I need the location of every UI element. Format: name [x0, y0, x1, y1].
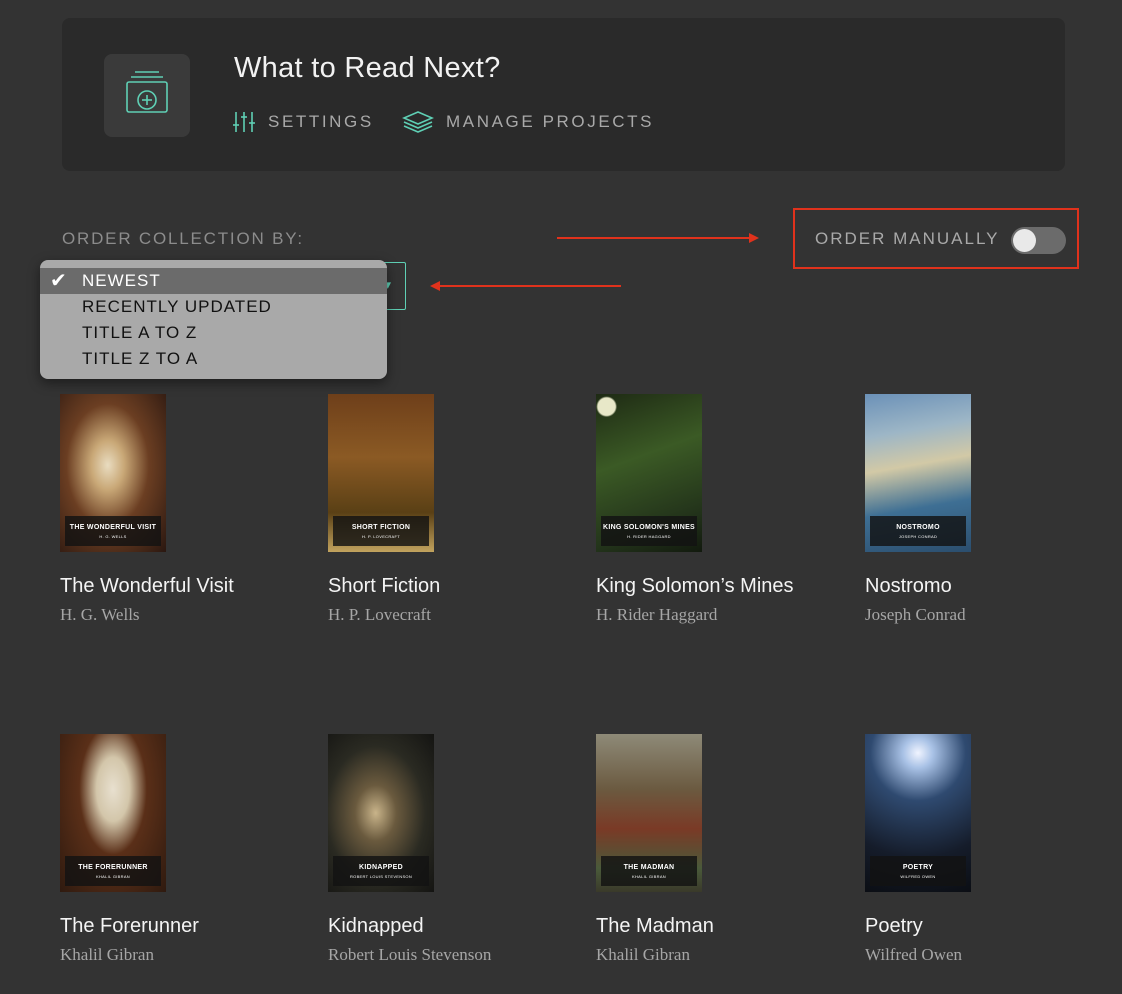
project-header-card: What to Read Next? SETTINGS MANAGE PROJE… [62, 18, 1065, 171]
cover-author: KHALIL GIBRAN [632, 873, 666, 879]
order-manually-toggle[interactable] [1011, 227, 1066, 254]
layers-icon [402, 110, 434, 134]
cover-title: POETRY [902, 863, 934, 871]
book-cover[interactable]: KIDNAPPED ROBERT LOUIS STEVENSON [328, 734, 434, 892]
book-author[interactable]: H. Rider Haggard [596, 605, 846, 625]
checkmark-icon: ✔ [50, 270, 68, 292]
cover-plate: NOSTROMO JOSEPH CONRAD [870, 516, 966, 546]
cover-plate: SHORT FICTION H. P. LOVECRAFT [333, 516, 429, 546]
order-dropdown-menu: ✔ NEWEST RECENTLY UPDATED TITLE A TO Z T… [40, 260, 387, 379]
cover-author: KHALIL GIBRAN [96, 873, 130, 879]
cover-author: H. RIDER HAGGARD [627, 533, 671, 539]
book-title[interactable]: Short Fiction [328, 574, 548, 598]
book-title[interactable]: The Wonderful Visit [60, 574, 280, 598]
annotation-arrow-right [557, 237, 749, 239]
book-title[interactable]: Poetry [865, 914, 1085, 938]
dropdown-option-title-a-to-z[interactable]: TITLE A TO Z [40, 320, 387, 346]
dropdown-option-title-z-to-a[interactable]: TITLE Z TO A [40, 346, 387, 372]
annotation-arrow-left [440, 285, 621, 287]
book-card: SHORT FICTION H. P. LOVECRAFT Short Fict… [328, 394, 578, 625]
dropdown-option-label: TITLE A TO Z [82, 323, 198, 342]
cover-title: THE WONDERFUL VISIT [69, 523, 157, 531]
settings-label: SETTINGS [268, 112, 374, 131]
cover-plate: KIDNAPPED ROBERT LOUIS STEVENSON [333, 856, 429, 886]
book-cover[interactable]: THE FORERUNNER KHALIL GIBRAN [60, 734, 166, 892]
cover-plate: THE MADMAN KHALIL GIBRAN [601, 856, 697, 886]
cover-author: H. P. LOVECRAFT [362, 533, 400, 539]
cover-author: H. G. WELLS [99, 533, 127, 539]
annotation-arrowhead-left [430, 281, 440, 291]
page-title: What to Read Next? [234, 52, 501, 84]
order-collection-label: ORDER COLLECTION BY: [62, 229, 304, 248]
book-card: POETRY WILFRED OWEN Poetry Wilfred Owen [865, 734, 1115, 965]
book-author[interactable]: H. G. Wells [60, 605, 310, 625]
book-title[interactable]: Kidnapped [328, 914, 548, 938]
book-cover[interactable]: POETRY WILFRED OWEN [865, 734, 971, 892]
book-cover[interactable]: THE WONDERFUL VISIT H. G. WELLS [60, 394, 166, 552]
book-title[interactable]: The Forerunner [60, 914, 280, 938]
cover-plate: THE FORERUNNER KHALIL GIBRAN [65, 856, 161, 886]
dropdown-option-label: RECENTLY UPDATED [82, 297, 272, 316]
cover-title: KING SOLOMON'S MINES [602, 523, 696, 531]
book-author[interactable]: H. P. Lovecraft [328, 605, 578, 625]
dropdown-option-newest[interactable]: ✔ NEWEST [40, 268, 387, 294]
book-title[interactable]: King Solomon’s Mines [596, 574, 816, 598]
toggle-knob [1013, 229, 1036, 252]
sliders-icon [232, 110, 256, 134]
book-cover[interactable]: THE MADMAN KHALIL GIBRAN [596, 734, 702, 892]
add-to-collection-icon [123, 68, 171, 123]
book-author[interactable]: Robert Louis Stevenson [328, 945, 578, 965]
book-author[interactable]: Khalil Gibran [596, 945, 846, 965]
book-title[interactable]: Nostromo [865, 574, 1085, 598]
cover-plate: POETRY WILFRED OWEN [870, 856, 966, 886]
order-manually-label: ORDER MANUALLY [815, 229, 1000, 248]
cover-author: ROBERT LOUIS STEVENSON [349, 873, 413, 879]
book-card: KIDNAPPED ROBERT LOUIS STEVENSON Kidnapp… [328, 734, 578, 965]
cover-plate: THE WONDERFUL VISIT H. G. WELLS [65, 516, 161, 546]
manage-projects-link[interactable]: MANAGE PROJECTS [402, 108, 654, 136]
project-badge[interactable] [104, 54, 190, 137]
cover-plate: KING SOLOMON'S MINES H. RIDER HAGGARD [601, 516, 697, 546]
book-author[interactable]: Wilfred Owen [865, 945, 1115, 965]
manage-projects-label: MANAGE PROJECTS [446, 112, 655, 131]
cover-title: THE FORERUNNER [78, 863, 148, 871]
book-card: THE FORERUNNER KHALIL GIBRAN The Forerun… [60, 734, 310, 965]
settings-link[interactable]: SETTINGS [232, 108, 374, 136]
book-cover[interactable]: SHORT FICTION H. P. LOVECRAFT [328, 394, 434, 552]
cover-title: NOSTROMO [896, 523, 940, 531]
book-author[interactable]: Joseph Conrad [865, 605, 1115, 625]
dropdown-option-label: NEWEST [82, 271, 161, 290]
book-card: NOSTROMO JOSEPH CONRAD Nostromo Joseph C… [865, 394, 1115, 625]
cover-author: WILFRED OWEN [900, 873, 936, 879]
book-cover[interactable]: NOSTROMO JOSEPH CONRAD [865, 394, 971, 552]
dropdown-option-label: TITLE Z TO A [82, 349, 199, 368]
cover-title: SHORT FICTION [351, 523, 411, 531]
cover-title: KIDNAPPED [359, 863, 403, 871]
cover-author: JOSEPH CONRAD [898, 533, 938, 539]
book-card: KING SOLOMON'S MINES H. RIDER HAGGARD Ki… [596, 394, 846, 625]
book-card: THE MADMAN KHALIL GIBRAN The Madman Khal… [596, 734, 846, 965]
book-cover[interactable]: KING SOLOMON'S MINES H. RIDER HAGGARD [596, 394, 702, 552]
cover-title: THE MADMAN [623, 863, 675, 871]
annotation-arrowhead-right [749, 233, 759, 243]
book-card: THE WONDERFUL VISIT H. G. WELLS The Wond… [60, 394, 310, 625]
dropdown-option-recently-updated[interactable]: RECENTLY UPDATED [40, 294, 387, 320]
book-author[interactable]: Khalil Gibran [60, 945, 310, 965]
book-title[interactable]: The Madman [596, 914, 816, 938]
